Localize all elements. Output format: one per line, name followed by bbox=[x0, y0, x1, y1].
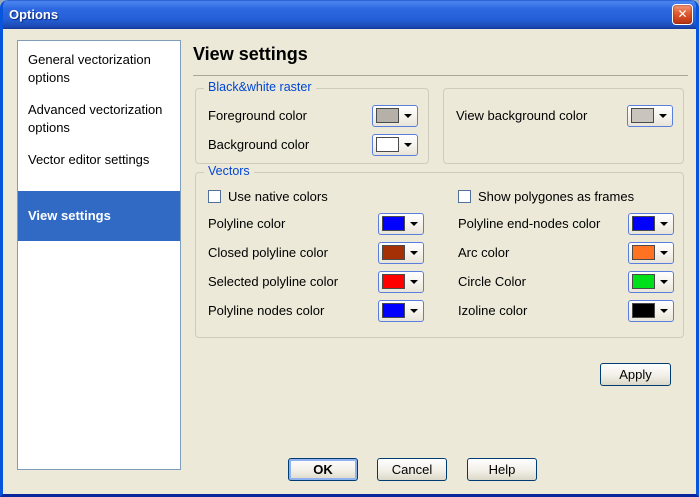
closed-polyline-color-dropdown[interactable] bbox=[378, 241, 424, 264]
selected-polyline-color-dropdown[interactable] bbox=[378, 270, 424, 293]
arc-color-dropdown[interactable] bbox=[628, 241, 674, 264]
polyline-color-label: Polyline color bbox=[208, 216, 286, 231]
title-divider bbox=[193, 75, 688, 76]
sidebar-item-label: Advanced vectorization options bbox=[28, 102, 163, 135]
background-color-swatch bbox=[376, 137, 399, 152]
sidebar-item-view-settings[interactable]: View settings bbox=[18, 191, 180, 241]
chevron-down-icon bbox=[410, 308, 418, 313]
polyline-nodes-color-dropdown[interactable] bbox=[378, 299, 424, 322]
izoline-color-swatch bbox=[632, 303, 655, 318]
group-view-background: View background color bbox=[443, 88, 684, 164]
circle-color-swatch bbox=[632, 274, 655, 289]
row-use-native-colors: Use native colors bbox=[208, 183, 424, 209]
view-background-color-dropdown[interactable] bbox=[627, 104, 673, 127]
apply-button[interactable]: Apply bbox=[600, 363, 671, 386]
closed-polyline-color-swatch bbox=[382, 245, 405, 260]
row-background-color: Background color bbox=[208, 130, 418, 159]
sidebar-item-label: Vector editor settings bbox=[28, 152, 150, 167]
group-vectors: Vectors Use native colors Polyline color… bbox=[195, 164, 684, 338]
group-vectors-title: Vectors bbox=[204, 164, 254, 178]
sidebar-item-label: View settings bbox=[28, 208, 111, 223]
background-color-label: Background color bbox=[208, 137, 310, 152]
row-arc-color: Arc color bbox=[458, 238, 674, 267]
group-bw-raster-title: Black&white raster bbox=[204, 80, 316, 94]
row-izoline-color: Izoline color bbox=[458, 296, 674, 325]
polyline-end-nodes-color-swatch bbox=[632, 216, 655, 231]
chevron-down-icon bbox=[660, 279, 668, 284]
foreground-color-label: Foreground color bbox=[208, 108, 307, 123]
polyline-nodes-color-label: Polyline nodes color bbox=[208, 303, 325, 318]
row-polyline-nodes-color: Polyline nodes color bbox=[208, 296, 424, 325]
chevron-down-icon bbox=[404, 142, 412, 147]
row-polyline-color: Polyline color bbox=[208, 209, 424, 238]
izoline-color-label: Izoline color bbox=[458, 303, 528, 318]
circle-color-dropdown[interactable] bbox=[628, 270, 674, 293]
title-bar[interactable]: Options ✕ bbox=[3, 0, 696, 29]
page-title: View settings bbox=[193, 44, 308, 64]
chevron-down-icon bbox=[660, 308, 668, 313]
row-show-polygones: Show polygones as frames bbox=[458, 183, 674, 209]
polyline-color-swatch bbox=[382, 216, 405, 231]
polyline-end-nodes-color-dropdown[interactable] bbox=[628, 212, 674, 235]
cancel-button[interactable]: Cancel bbox=[377, 458, 447, 481]
chevron-down-icon bbox=[660, 221, 668, 226]
window-title: Options bbox=[9, 7, 59, 22]
closed-polyline-color-label: Closed polyline color bbox=[208, 245, 328, 260]
sidebar-item-advanced-vectorization[interactable]: Advanced vectorization options bbox=[18, 91, 180, 141]
chevron-down-icon bbox=[404, 113, 412, 118]
polyline-nodes-color-swatch bbox=[382, 303, 405, 318]
options-dialog: Options ✕ General vectorization options … bbox=[0, 0, 699, 497]
view-background-color-label: View background color bbox=[456, 108, 588, 123]
row-selected-polyline-color: Selected polyline color bbox=[208, 267, 424, 296]
show-polygones-as-frames-label: Show polygones as frames bbox=[478, 188, 635, 204]
chevron-down-icon bbox=[659, 113, 667, 118]
arc-color-label: Arc color bbox=[458, 245, 510, 260]
use-native-colors-label: Use native colors bbox=[228, 188, 328, 204]
circle-color-label: Circle Color bbox=[458, 274, 526, 289]
view-background-color-swatch bbox=[631, 108, 654, 123]
row-foreground-color: Foreground color bbox=[208, 101, 418, 130]
group-bw-raster: Black&white raster Foreground color Back… bbox=[195, 80, 429, 164]
close-button[interactable]: ✕ bbox=[672, 4, 693, 25]
help-button[interactable]: Help bbox=[467, 458, 537, 481]
row-closed-polyline-color: Closed polyline color bbox=[208, 238, 424, 267]
chevron-down-icon bbox=[410, 279, 418, 284]
row-polyline-end-nodes-color: Polyline end-nodes color bbox=[458, 209, 674, 238]
sidebar-item-general-vectorization[interactable]: General vectorization options bbox=[18, 41, 180, 91]
chevron-down-icon bbox=[410, 250, 418, 255]
izoline-color-dropdown[interactable] bbox=[628, 299, 674, 322]
background-color-dropdown[interactable] bbox=[372, 133, 418, 156]
show-polygones-as-frames-checkbox[interactable] bbox=[458, 189, 471, 203]
chevron-down-icon bbox=[660, 250, 668, 255]
close-icon: ✕ bbox=[677, 7, 688, 21]
polyline-end-nodes-color-label: Polyline end-nodes color bbox=[458, 216, 601, 231]
ok-button[interactable]: OK bbox=[288, 458, 358, 481]
row-view-background-color: View background color bbox=[456, 101, 673, 130]
foreground-color-swatch bbox=[376, 108, 399, 123]
category-list: General vectorization options Advanced v… bbox=[17, 40, 181, 470]
foreground-color-dropdown[interactable] bbox=[372, 104, 418, 127]
polyline-color-dropdown[interactable] bbox=[378, 212, 424, 235]
use-native-colors-checkbox[interactable] bbox=[208, 189, 221, 203]
chevron-down-icon bbox=[410, 221, 418, 226]
selected-polyline-color-label: Selected polyline color bbox=[208, 274, 339, 289]
arc-color-swatch bbox=[632, 245, 655, 260]
sidebar-item-vector-editor[interactable]: Vector editor settings bbox=[18, 141, 180, 191]
selected-polyline-color-swatch bbox=[382, 274, 405, 289]
sidebar-item-label: General vectorization options bbox=[28, 52, 151, 85]
row-circle-color: Circle Color bbox=[458, 267, 674, 296]
